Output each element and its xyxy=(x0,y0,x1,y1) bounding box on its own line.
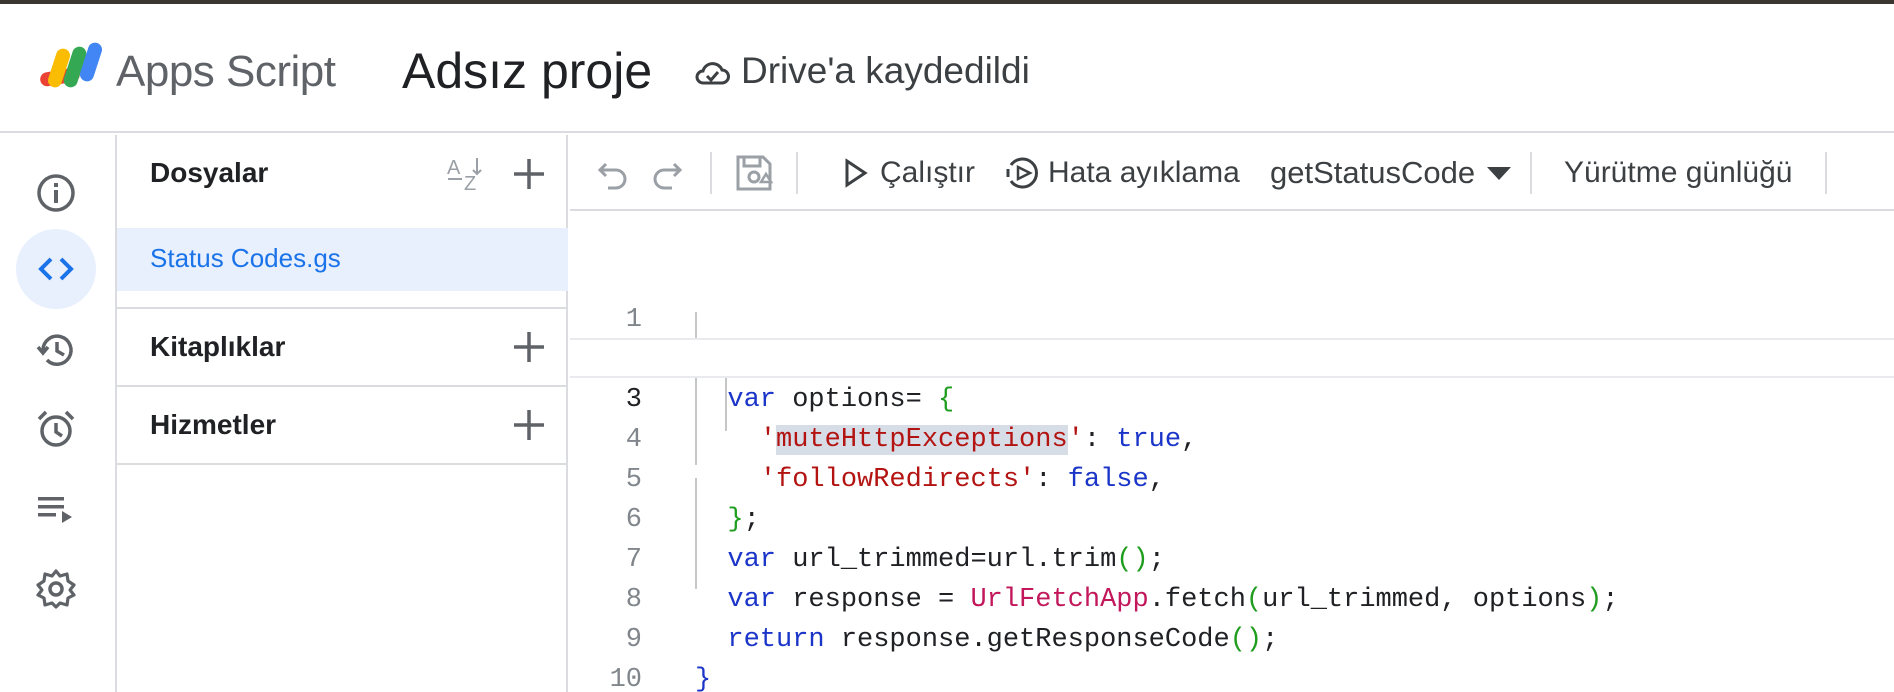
rail-triggers-button[interactable] xyxy=(16,389,96,469)
files-title: Dosyalar xyxy=(150,157,269,188)
toolbar-divider xyxy=(710,152,712,194)
code-line: 6 var url_trimmed=url.trim(); xyxy=(570,460,1894,575)
code-line: 4 'followRedirects': false, xyxy=(570,380,1894,495)
debug-button[interactable]: Hata ayıklama xyxy=(1006,149,1240,197)
code-line: 7 var response = UrlFetchApp.fetch(url_t… xyxy=(570,500,1894,615)
save-icon[interactable] xyxy=(733,152,775,194)
code-text: } xyxy=(695,665,712,692)
settings-icon xyxy=(36,569,76,609)
apps-script-logo-icon[interactable] xyxy=(38,40,106,96)
undo-icon[interactable] xyxy=(594,154,632,192)
rail-settings-button[interactable] xyxy=(16,549,96,629)
run-label: Çalıştır xyxy=(880,156,976,189)
app-header: Apps Script Adsız proje Drive'a kaydedil… xyxy=(0,4,1894,133)
line-number: 10 xyxy=(609,665,642,692)
toolbar-divider xyxy=(796,152,798,194)
play-icon xyxy=(845,158,868,188)
execution-log-label: Yürütme günlüğü xyxy=(1564,156,1793,189)
rail-editor-button[interactable] xyxy=(16,229,96,309)
code-line: 1 function getStatusCode(url){ xyxy=(570,260,1894,375)
function-select-value: getStatusCode xyxy=(1270,155,1476,190)
run-button[interactable]: Çalıştır xyxy=(838,149,975,197)
add-service-plus-icon[interactable] xyxy=(511,407,547,443)
files-section-header: Dosyalar A Z xyxy=(117,135,568,212)
code-line-current: 3 'muteHttpExceptions': true, xyxy=(570,338,1894,455)
rail-overview-button[interactable] xyxy=(16,153,96,233)
files-panel: Dosyalar A Z Status Codes.gs Kitaplıklar… xyxy=(117,135,568,692)
toolbar-divider xyxy=(1530,152,1532,194)
dropdown-arrow-icon xyxy=(1487,167,1512,180)
cloud-done-icon xyxy=(695,62,730,85)
services-section: Hizmetler xyxy=(117,387,568,465)
editor-toolbar: Çalıştır Hata ayıklama getStatusCode Yür… xyxy=(570,135,1894,211)
debug-label: Hata ayıklama xyxy=(1048,156,1240,189)
toolbar-divider xyxy=(1825,152,1827,194)
save-status: Drive'a kaydedildi xyxy=(741,50,1030,91)
execution-log-button[interactable]: Yürütme günlüğü xyxy=(1564,149,1793,197)
code-icon xyxy=(38,257,74,281)
rail-history-button[interactable] xyxy=(16,310,96,390)
code-line: 8 return response.getResponseCode(); xyxy=(570,540,1894,655)
redo-icon[interactable] xyxy=(648,154,686,192)
debug-icon xyxy=(1006,157,1038,189)
code-editor[interactable]: 1 function getStatusCode(url){ 2 var opt… xyxy=(570,213,1894,692)
alarm-icon xyxy=(37,410,75,447)
svg-text:A: A xyxy=(447,157,461,179)
info-icon xyxy=(37,174,75,212)
app-name: Apps Script xyxy=(116,47,336,96)
libraries-section: Kitaplıklar xyxy=(117,309,568,387)
svg-text:Z: Z xyxy=(464,173,476,195)
file-name: Status Codes.gs xyxy=(150,243,341,273)
code-line: 5 }; xyxy=(570,420,1894,535)
file-item[interactable]: Status Codes.gs xyxy=(117,228,568,291)
code-line: 9 } xyxy=(570,580,1894,692)
project-title[interactable]: Adsız proje xyxy=(402,42,652,100)
services-title: Hizmetler xyxy=(150,409,277,440)
left-nav-rail xyxy=(0,135,117,692)
function-select[interactable]: getStatusCode xyxy=(1270,149,1513,197)
add-file-plus-icon[interactable] xyxy=(511,156,547,192)
libraries-title: Kitaplıklar xyxy=(150,331,286,362)
add-library-plus-icon[interactable] xyxy=(511,329,547,365)
code-line: 10 xyxy=(570,620,1894,692)
history-icon xyxy=(36,334,73,366)
executions-icon xyxy=(38,497,72,523)
rail-executions-button[interactable] xyxy=(16,469,96,549)
sort-az-icon[interactable]: A Z xyxy=(444,152,488,196)
code-line: 2 var options= { xyxy=(570,300,1894,415)
